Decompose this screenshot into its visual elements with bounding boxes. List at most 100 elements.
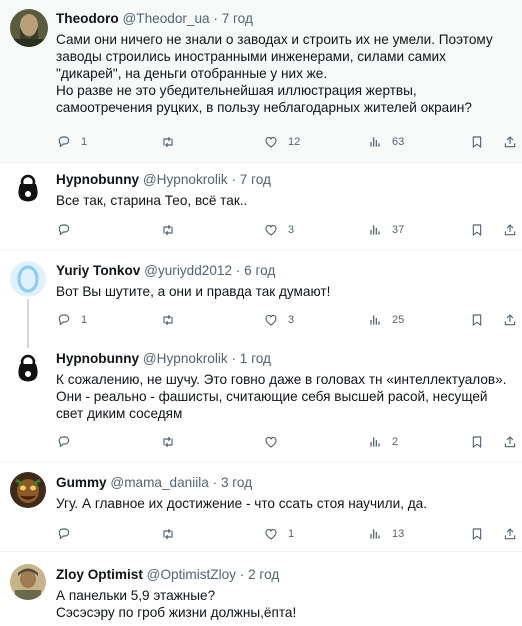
retweet-icon: [163, 224, 173, 236]
timestamp[interactable]: 7 год: [222, 11, 253, 26]
like-count: 12: [288, 136, 301, 148]
tweet-text-line: А панельки 5,9 этажные?: [56, 588, 216, 603]
timestamp[interactable]: 1 год: [240, 351, 271, 366]
share-button[interactable]: [502, 524, 518, 544]
heart-icon: [265, 224, 277, 236]
separator-dot: ·: [239, 567, 245, 582]
like-button[interactable]: 12: [263, 132, 300, 152]
like-button[interactable]: [263, 432, 288, 452]
like-button[interactable]: 3: [263, 220, 294, 240]
bookmark-icon: [472, 436, 482, 449]
retweet-button[interactable]: [160, 220, 185, 240]
bookmark-button[interactable]: [469, 132, 485, 152]
bookmark-button[interactable]: [469, 432, 485, 452]
avatar[interactable]: [10, 564, 46, 600]
avatar[interactable]: [10, 170, 46, 206]
heart-icon: [265, 528, 277, 540]
tweet[interactable]: Gummy @mama_daniila · 3 год Угу. А главн…: [0, 462, 522, 551]
timestamp[interactable]: 7 год: [240, 172, 271, 187]
tweet[interactable]: Hypnobunny @Hypnokrolik · 7 год Все так,…: [0, 163, 522, 250]
author-name[interactable]: Hypnobunny: [56, 351, 139, 366]
tweet[interactable]: Zloy Optimist @OptimistZloy · 2 год А па…: [0, 552, 522, 626]
tweet-actions: 1 12 63: [56, 132, 516, 152]
author-handle[interactable]: @yuriydd2012: [144, 263, 232, 278]
author-name[interactable]: Zloy Optimist: [56, 567, 143, 582]
author-handle[interactable]: @Hypnokrolik: [143, 172, 228, 187]
tweet-text: А панельки 5,9 этажные? Сэсэсэру по гроб…: [56, 587, 512, 621]
like-count: 1: [288, 528, 295, 540]
share-button[interactable]: [502, 132, 518, 152]
tweet-header: Theodoro @Theodor_ua · 7 год: [56, 10, 512, 28]
like-button[interactable]: 3: [263, 310, 294, 330]
share-button[interactable]: [502, 310, 518, 330]
views-button[interactable]: 2: [367, 432, 398, 452]
author-name[interactable]: Yuriy Tonkov: [56, 263, 140, 278]
reply-icon: [58, 224, 70, 236]
retweet-button[interactable]: [160, 432, 185, 452]
tweet-text: К сожалению, не шучу. Это говно даже в г…: [56, 372, 507, 421]
author-handle[interactable]: @mama_daniila: [110, 475, 208, 490]
share-button[interactable]: [502, 220, 518, 240]
bookmark-icon: [472, 528, 482, 541]
timestamp[interactable]: 3 год: [221, 475, 252, 490]
timestamp[interactable]: 2 год: [248, 567, 279, 582]
reply-button[interactable]: 1: [56, 132, 87, 152]
reply-icon: [58, 528, 70, 540]
tweet-text: Сами они ничего не знали о заводах и стр…: [56, 31, 512, 116]
bookmark-button[interactable]: [469, 524, 485, 544]
author-name[interactable]: Gummy: [56, 475, 107, 490]
views-button[interactable]: 37: [367, 220, 404, 240]
retweet-button[interactable]: [160, 132, 185, 152]
views-chart-icon: [370, 437, 380, 447]
tweet-header: Gummy @mama_daniila · 3 год: [56, 474, 512, 492]
bookmark-button[interactable]: [469, 220, 485, 240]
author-handle[interactable]: @Theodor_ua: [122, 11, 209, 26]
reply-icon: [58, 436, 70, 448]
retweet-button[interactable]: [160, 524, 185, 544]
retweet-button[interactable]: [160, 310, 185, 330]
avatar[interactable]: [10, 9, 48, 47]
separator-dot: ·: [213, 11, 218, 26]
separator-dot: ·: [231, 172, 236, 187]
share-icon: [504, 314, 516, 326]
author-handle[interactable]: @Hypnokrolik: [143, 351, 228, 366]
author-name[interactable]: Theodoro: [56, 11, 119, 26]
tweet-text: Все так, старина Тео, всё так..: [56, 193, 248, 208]
tweet[interactable]: Hypnobunny @Hypnokrolik · 1 год К сожале…: [0, 342, 522, 461]
author-handle[interactable]: @OptimistZloy: [147, 567, 236, 582]
tweet[interactable]: Yuriy Tonkov @yuriydd2012 · 6 год Вот Вы…: [0, 251, 522, 342]
bookmark-icon: [472, 314, 482, 327]
tweet-actions: 2: [56, 432, 516, 452]
views-button[interactable]: 25: [367, 310, 404, 330]
share-icon: [504, 224, 516, 236]
like-button[interactable]: 1: [263, 524, 294, 544]
author-name[interactable]: Hypnobunny: [56, 172, 139, 187]
views-button[interactable]: 13: [367, 524, 404, 544]
tweet[interactable]: Theodoro @Theodor_ua · 7 год Сами они ни…: [0, 0, 522, 162]
tweet-header: Hypnobunny @Hypnokrolik · 7 год: [56, 171, 512, 189]
retweet-icon: [163, 528, 173, 540]
views-chart-icon: [370, 225, 380, 235]
avatar[interactable]: [10, 261, 46, 297]
thread-line: [27, 342, 29, 348]
separator-dot: ·: [212, 475, 218, 490]
views-button[interactable]: 63: [367, 132, 404, 152]
timestamp[interactable]: 6 год: [244, 263, 275, 278]
share-icon: [504, 528, 516, 540]
views-chart-icon: [370, 529, 380, 539]
reply-button[interactable]: [56, 220, 81, 240]
reply-icon: [58, 136, 70, 148]
tweet-text: Угу. А главное их достижение - что ссать…: [56, 496, 427, 511]
tweet-text-line: Сэсэсэру по гроб жизни должны,ёпта!: [56, 605, 297, 620]
bookmark-button[interactable]: [469, 310, 485, 330]
reply-button[interactable]: [56, 524, 81, 544]
reply-button[interactable]: [56, 432, 81, 452]
heart-icon: [265, 314, 277, 326]
avatar[interactable]: [10, 472, 46, 508]
view-count: 13: [392, 528, 405, 540]
tweet-text-line: Сами они ничего не знали о заводах и стр…: [56, 32, 493, 81]
reply-button[interactable]: 1: [56, 310, 87, 330]
share-button[interactable]: [502, 432, 518, 452]
heart-icon: [265, 436, 277, 448]
avatar[interactable]: [10, 350, 46, 386]
